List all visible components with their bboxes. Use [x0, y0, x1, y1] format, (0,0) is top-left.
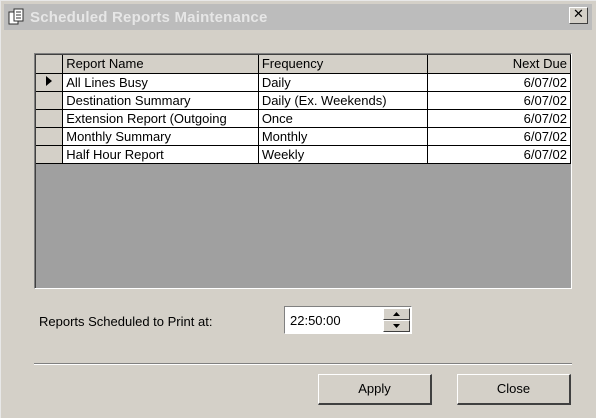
cell-frequency[interactable]: Daily (Ex. Weekends) [258, 91, 429, 110]
title-bar[interactable]: Scheduled Reports Maintenance ✕ [4, 4, 592, 30]
cell-next-due[interactable]: 6/07/02 [427, 109, 571, 128]
spin-down-button[interactable] [383, 320, 410, 332]
schedule-time-value[interactable]: 22:50:00 [290, 313, 341, 328]
cell-report-name[interactable]: All Lines Busy [62, 73, 259, 92]
time-spinner[interactable] [383, 308, 410, 332]
row-selector[interactable] [36, 109, 64, 128]
cell-frequency[interactable]: Once [258, 109, 429, 128]
row-pointer-icon [46, 75, 53, 86]
separator-line [34, 363, 572, 365]
row-selector[interactable] [36, 73, 64, 92]
cell-next-due[interactable]: 6/07/02 [427, 91, 571, 110]
window-title: Scheduled Reports Maintenance [30, 8, 268, 26]
cell-frequency[interactable]: Monthly [258, 127, 429, 146]
apply-button-label: Apply [358, 381, 391, 396]
dialog-window: Scheduled Reports Maintenance ✕ Report N… [0, 0, 596, 418]
close-button-label: Close [496, 381, 531, 396]
spin-up-button[interactable] [383, 308, 410, 320]
table-row[interactable]: Half Hour Report Weekly 6/07/02 [36, 145, 571, 164]
row-selector[interactable] [36, 127, 64, 146]
cell-next-due[interactable]: 6/07/02 [427, 145, 571, 164]
close-icon: ✕ [573, 7, 584, 22]
cell-report-name[interactable]: Half Hour Report [62, 145, 259, 164]
row-selector[interactable] [36, 91, 64, 110]
cell-report-name[interactable]: Extension Report (Outgoing [62, 109, 259, 128]
cell-next-due[interactable]: 6/07/02 [427, 73, 571, 92]
table-row[interactable]: Extension Report (Outgoing Once 6/07/02 [36, 109, 571, 128]
schedule-time-label: Reports Scheduled to Print at: [39, 314, 213, 329]
spin-down-icon [393, 324, 400, 328]
header-next-due[interactable]: Next Due [427, 55, 571, 74]
grid-frame: Report Name Frequency Next Due All Lines… [35, 54, 571, 288]
cell-next-due[interactable]: 6/07/02 [427, 127, 571, 146]
header-frequency[interactable]: Frequency [258, 55, 429, 74]
reports-grid[interactable]: Report Name Frequency Next Due All Lines… [34, 53, 572, 289]
close-button[interactable]: Close [457, 374, 571, 405]
cell-frequency[interactable]: Weekly [258, 145, 429, 164]
table-row[interactable]: All Lines Busy Daily 6/07/02 [36, 73, 571, 92]
spin-up-icon [393, 312, 400, 316]
close-window-button[interactable]: ✕ [569, 7, 588, 24]
cell-frequency[interactable]: Daily [258, 73, 429, 92]
report-document-icon [6, 7, 26, 27]
cell-report-name[interactable]: Monthly Summary [62, 127, 259, 146]
schedule-time-input[interactable]: 22:50:00 [284, 306, 412, 334]
row-selector[interactable] [36, 145, 64, 164]
table-header-row: Report Name Frequency Next Due [36, 55, 571, 74]
apply-button[interactable]: Apply [318, 374, 432, 405]
table-row[interactable]: Destination Summary Daily (Ex. Weekends)… [36, 91, 571, 110]
header-selector-cell[interactable] [36, 55, 64, 74]
reports-table: Report Name Frequency Next Due All Lines… [36, 55, 571, 164]
cell-report-name[interactable]: Destination Summary [62, 91, 259, 110]
header-report-name[interactable]: Report Name [62, 55, 259, 74]
table-row[interactable]: Monthly Summary Monthly 6/07/02 [36, 127, 571, 146]
